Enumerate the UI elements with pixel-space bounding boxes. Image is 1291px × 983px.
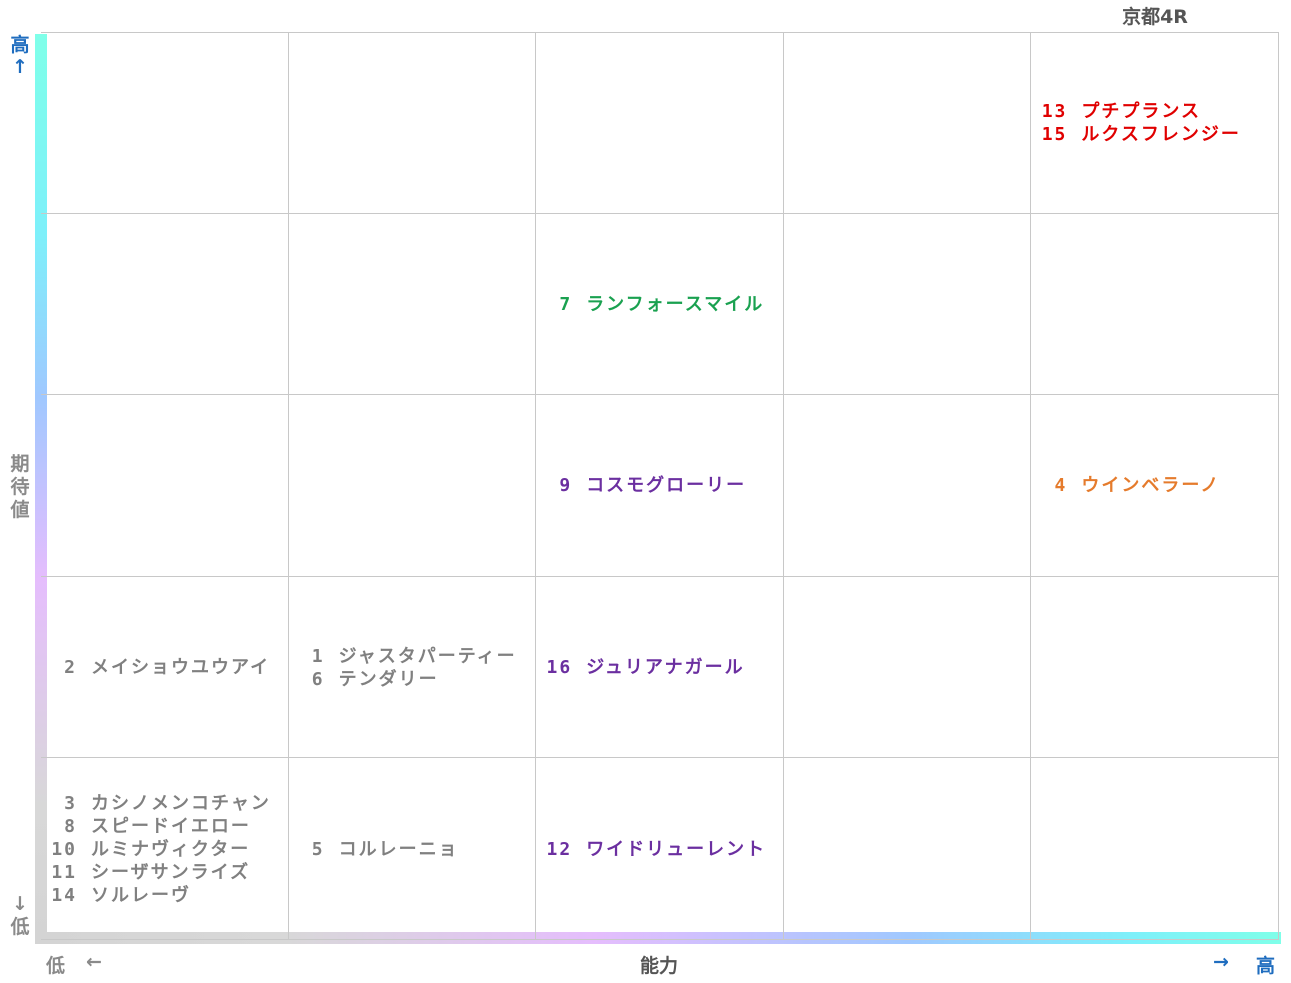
x-axis-high-label: 高 (1256, 955, 1276, 977)
horse-number: 13 (1041, 100, 1068, 122)
horse-number: 12 (546, 838, 573, 860)
cell-entries: 1 ジャスタパーティー 6 テンダリー (289, 577, 537, 759)
grid-cell-r0-c2 (536, 32, 784, 214)
grid-cell-r0-c0 (41, 32, 289, 214)
grid-cell-r1-c3 (783, 213, 1032, 396)
cell-entries: 3 カシノメンコチャン 8 スピードイエロー 10 ルミナヴィクター 11 シーザサンライズ 1… (41, 758, 289, 940)
horse-name: スピードイエロー (91, 815, 251, 837)
horse-name: コスモグローリー (586, 475, 747, 497)
cell-entries: 16 ジュリアナガール (536, 577, 784, 759)
cell-entries: 12 ワイドリューレント (536, 758, 784, 940)
horse-name: ソルレーヴ (91, 884, 191, 906)
grid-cell-r4-c3 (783, 758, 1032, 940)
horse-entry: 3 カシノメンコチャン (41, 792, 271, 815)
horse-name: シーザサンライズ (91, 861, 251, 883)
horse-name: ルクスフレンジー (1081, 123, 1241, 145)
horse-number: 4 (1054, 475, 1068, 497)
grid-cell-r4-c4 (1031, 758, 1279, 940)
horse-number: 6 (311, 668, 325, 690)
cell-entries: 5 コルレーニョ (289, 758, 537, 940)
horse-entry: 11 シーザサンライズ (41, 861, 250, 884)
horse-entry: 6 テンダリー (289, 668, 439, 691)
horse-number: 7 (559, 293, 573, 315)
horse-number: 8 (64, 815, 77, 837)
horse-name: メイショウユウアイ (91, 657, 271, 679)
horse-name: ルミナヴィクター (91, 838, 251, 860)
horse-number: 5 (311, 838, 325, 860)
grid-cell-r3-c3 (783, 576, 1032, 759)
chart-title: 京都4R (1122, 6, 1188, 28)
horse-entry: 5 コルレーニョ (289, 838, 459, 861)
horse-name: ジャスタパーティー (338, 645, 517, 667)
horse-number: 15 (1041, 123, 1068, 145)
horse-entry: 4 ウインベラーノ (1031, 474, 1220, 497)
cell-entries: 9 コスモグローリー (536, 395, 784, 577)
y-axis-label-2: 待 (10, 476, 30, 498)
horse-name: プチプランス (1081, 100, 1202, 122)
grid-cell-r0-c3 (783, 32, 1032, 214)
grid-cell-r3-c4 (1031, 576, 1279, 759)
quadrant-grid: 13 プチプランス 15 ルクスフレンジー 7 ランフォースマイル 9 コスモグローリー 4 ウイ… (41, 32, 1279, 940)
horse-entry: 13 プチプランス (1031, 100, 1201, 123)
grid-cell-r2-c1 (288, 395, 537, 577)
horse-name: テンダリー (338, 668, 439, 690)
horse-number: 9 (559, 475, 573, 497)
horse-number: 14 (51, 884, 77, 906)
cell-entries: 4 ウインベラーノ (1031, 395, 1279, 577)
horse-name: ワイドリューレント (586, 838, 767, 860)
horse-entry: 2 メイショウユウアイ (41, 656, 270, 679)
horse-name: ランフォースマイル (586, 293, 765, 315)
up-arrow-icon: ↑ (12, 56, 28, 78)
horse-entry: 14 ソルレーヴ (41, 884, 191, 907)
cell-entries: 7 ランフォースマイル (536, 214, 784, 396)
y-axis-low-label: 低 (10, 916, 30, 938)
left-arrow-icon: ← (86, 951, 102, 973)
y-axis-label-3: 値 (10, 499, 30, 521)
horse-name: ジュリアナガール (586, 657, 745, 679)
cell-entries: 2 メイショウユウアイ (41, 577, 289, 759)
horse-number: 11 (51, 861, 77, 883)
horse-entry: 7 ランフォースマイル (536, 293, 764, 316)
horse-entry: 1 ジャスタパーティー (289, 645, 517, 668)
grid-cell-r1-c1 (288, 213, 537, 396)
y-axis-label-1: 期 (10, 453, 30, 475)
horse-entry: 8 スピードイエロー (41, 815, 251, 838)
right-arrow-icon: → (1213, 951, 1229, 973)
horse-entry: 16 ジュリアナガール (536, 656, 744, 679)
horse-entry: 15 ルクスフレンジー (1031, 123, 1240, 146)
horse-number: 10 (51, 838, 77, 860)
horse-name: コルレーニョ (338, 838, 459, 860)
x-axis-label: 能力 (640, 955, 679, 977)
grid-cell-r1-c0 (41, 213, 289, 396)
horse-entry: 9 コスモグローリー (536, 474, 746, 497)
down-arrow-icon: ↓ (12, 893, 28, 915)
x-axis-low-label: 低 (46, 955, 66, 977)
horse-entry: 10 ルミナヴィクター (41, 838, 250, 861)
grid-cell-r2-c0 (41, 395, 289, 577)
horse-number: 2 (64, 657, 77, 679)
grid-cell-r0-c1 (288, 32, 537, 214)
horse-number: 3 (64, 792, 77, 814)
horse-entry: 12 ワイドリューレント (536, 838, 766, 861)
horse-number: 16 (546, 657, 573, 679)
grid-cell-r1-c4 (1031, 213, 1279, 396)
horse-number: 1 (311, 645, 325, 667)
horse-name: カシノメンコチャン (91, 792, 271, 814)
y-axis-high-label: 高 (10, 34, 30, 56)
horse-name: ウインベラーノ (1081, 475, 1221, 497)
grid-cell-r2-c3 (783, 395, 1032, 577)
cell-entries: 13 プチプランス 15 ルクスフレンジー (1031, 32, 1279, 214)
